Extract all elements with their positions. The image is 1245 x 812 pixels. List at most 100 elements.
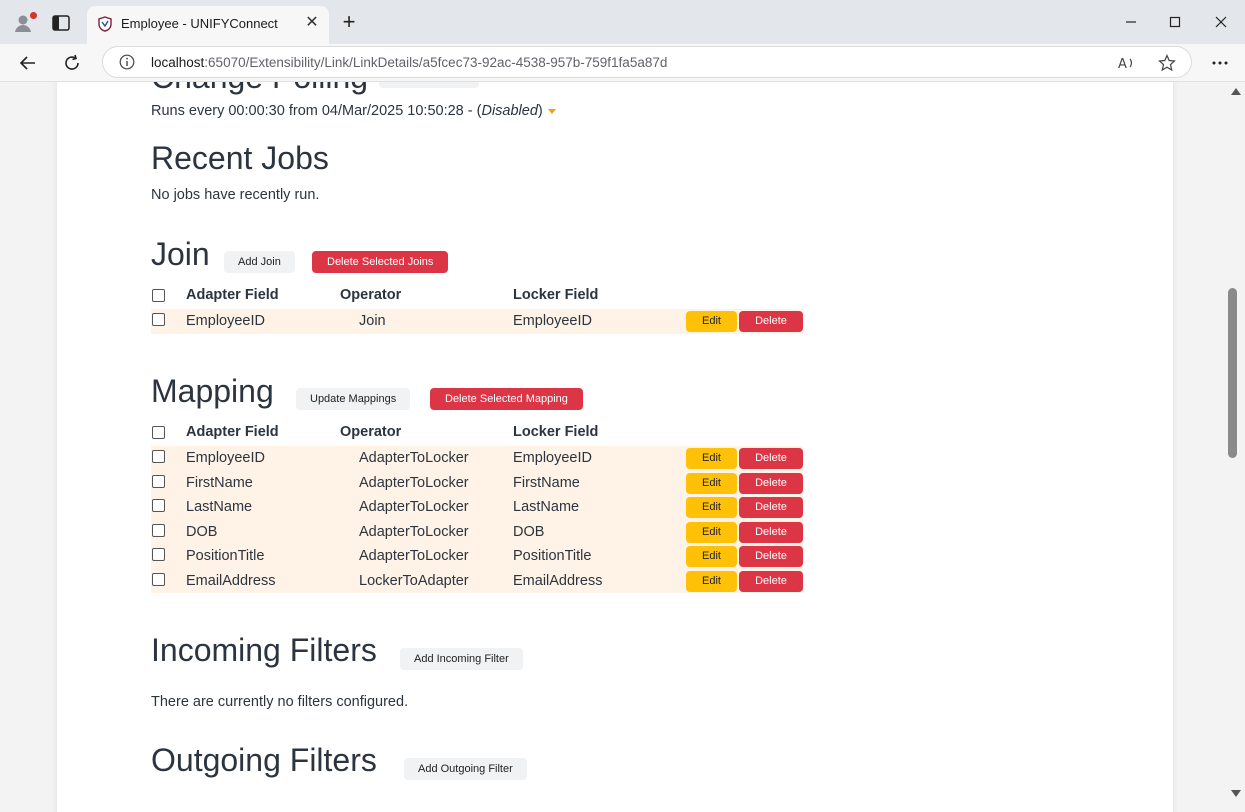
mapping-delete-button[interactable]: Delete [739,448,803,469]
svg-text:A: A [1118,57,1127,71]
mapping-row-operator: AdapterToLocker [359,450,469,466]
mapping-row-locker: EmployeeID [513,450,592,466]
mapping-row: PositionTitle AdapterToLocker PositionTi… [151,544,803,569]
change-polling-heading: Change Polling [151,82,368,96]
mapping-delete-button[interactable]: Delete [739,472,803,494]
scroll-down-arrow-icon[interactable] [1231,790,1241,797]
mapping-edit-button[interactable]: Edit [686,546,737,567]
change-polling-hidden-button[interactable] [379,82,479,88]
polling-dropdown-caret-icon[interactable] [547,108,556,114]
mapping-row-checkbox[interactable] [152,548,165,561]
site-info-icon[interactable] [119,54,135,70]
polling-summary-suffix: ) [537,103,543,119]
incoming-filters-empty: There are currently no filters configure… [151,694,409,710]
mapping-row-operator: AdapterToLocker [359,523,469,540]
polling-status: Disabled [481,103,538,119]
join-col-operator: Operator [340,287,402,303]
recent-jobs-heading: Recent Jobs [151,140,329,176]
mapping-row-locker: DOB [513,523,545,540]
mapping-table-header: Adapter Field Operator Locker Field [151,422,803,446]
join-col-adapter: Adapter Field [186,287,279,303]
mapping-row-adapter: FirstName [186,474,253,491]
delete-selected-mapping-button[interactable]: Delete Selected Mapping [430,388,583,410]
mapping-row-locker: FirstName [513,474,580,491]
minimize-icon[interactable] [1117,8,1145,36]
mapping-row-adapter: LastName [186,499,253,515]
mapping-row-checkbox[interactable] [152,572,165,586]
mapping-delete-button[interactable]: Delete [739,521,803,543]
mapping-row-adapter: EmployeeID [186,450,265,466]
mapping-row-checkbox[interactable] [152,499,165,512]
page-scrollbar[interactable] [1226,82,1245,812]
mapping-col-adapter: Adapter Field [186,424,279,440]
tab-close-icon[interactable]: ✕ [303,14,321,32]
incoming-filters-heading: Incoming Filters [151,632,377,668]
add-join-button[interactable]: Add Join [224,251,295,273]
join-select-all-checkbox[interactable] [152,289,165,302]
browser-tab-bar: Employee - UNIFYConnect ✕ + [0,0,1245,44]
back-arrow-icon[interactable] [14,49,42,77]
mapping-row-checkbox[interactable] [152,523,165,537]
mapping-edit-button[interactable]: Edit [686,472,737,494]
outgoing-filters-heading: Outgoing Filters [151,742,377,778]
mapping-edit-button[interactable]: Edit [686,497,737,518]
mapping-row-locker: EmailAddress [513,572,603,589]
maximize-icon[interactable] [1161,8,1189,36]
mapping-row-adapter: DOB [186,523,218,540]
mapping-edit-button[interactable]: Edit [686,448,737,469]
join-edit-button[interactable]: Edit [686,311,737,332]
delete-selected-joins-button[interactable]: Delete Selected Joins [312,251,449,273]
mapping-col-operator: Operator [340,424,402,440]
refresh-icon[interactable] [58,49,86,77]
scroll-up-arrow-icon[interactable] [1231,88,1241,95]
mapping-row-operator: AdapterToLocker [359,548,469,564]
mapping-row: EmailAddress LockerToAdapter EmailAddres… [151,568,803,593]
mapping-delete-button[interactable]: Delete [739,546,803,567]
site-favicon-icon [97,16,113,32]
mapping-edit-button[interactable]: Edit [686,521,737,543]
join-row-operator: Join [359,313,386,329]
mapping-table: Adapter Field Operator Locker Field Empl… [151,422,803,593]
mapping-delete-button[interactable]: Delete [739,497,803,518]
mapping-edit-button[interactable]: Edit [686,570,737,592]
mapping-row-operator: AdapterToLocker [359,474,469,491]
favorite-star-icon[interactable] [1157,53,1177,73]
join-row-locker: EmployeeID [513,313,592,329]
update-mappings-button[interactable]: Update Mappings [296,388,411,410]
add-outgoing-filter-button[interactable]: Add Outgoing Filter [404,758,527,780]
browser-tab-active[interactable]: Employee - UNIFYConnect ✕ [87,6,329,44]
join-delete-button[interactable]: Delete [739,311,803,332]
url-path: :65070/Extensibility/Link/LinkDetails/a5… [204,55,668,70]
mapping-row-locker: LastName [513,499,580,515]
mapping-heading: Mapping [151,373,274,409]
join-col-locker: Locker Field [513,287,599,303]
join-row-checkbox[interactable] [152,313,165,326]
mapping-row-adapter: PositionTitle [186,548,265,564]
mapping-row-checkbox[interactable] [152,474,165,488]
read-aloud-icon[interactable]: A [1117,53,1137,73]
mapping-col-locker: Locker Field [513,424,599,440]
mapping-select-all-checkbox[interactable] [152,426,165,439]
url-field[interactable]: localhost:65070/Extensibility/Link/LinkD… [102,46,1192,78]
scrollbar-thumb[interactable] [1228,288,1237,458]
mapping-row-operator: LockerToAdapter [359,572,469,589]
add-incoming-filter-button[interactable]: Add Incoming Filter [400,648,523,670]
mapping-row-checkbox[interactable] [152,450,165,463]
mapping-delete-button[interactable]: Delete [739,570,803,592]
address-bar: localhost:65070/Extensibility/Link/LinkD… [0,44,1245,82]
mapping-row: LastName AdapterToLocker LastName Edit D… [151,495,803,520]
join-row-adapter: EmployeeID [186,313,265,329]
content-card: Change Polling Runs every 00:00:30 from … [57,82,1173,812]
recent-jobs-empty: No jobs have recently run. [151,187,320,203]
join-row: EmployeeID Join EmployeeID Edit Delete [151,309,803,334]
mapping-row-locker: PositionTitle [513,548,592,564]
tab-title: Employee - UNIFYConnect [121,16,278,31]
mapping-row: EmployeeID AdapterToLocker EmployeeID Ed… [151,446,803,471]
polling-summary-prefix: Runs every 00:00:30 from 04/Mar/2025 10:… [151,103,482,119]
more-menu-icon[interactable] [1206,49,1234,77]
close-window-icon[interactable] [1207,8,1235,36]
tab-actions-icon[interactable] [50,12,72,34]
mapping-row: FirstName AdapterToLocker FirstName Edit… [151,470,803,495]
new-tab-icon[interactable]: + [338,11,360,33]
join-table-header: Adapter Field Operator Locker Field [151,285,803,309]
